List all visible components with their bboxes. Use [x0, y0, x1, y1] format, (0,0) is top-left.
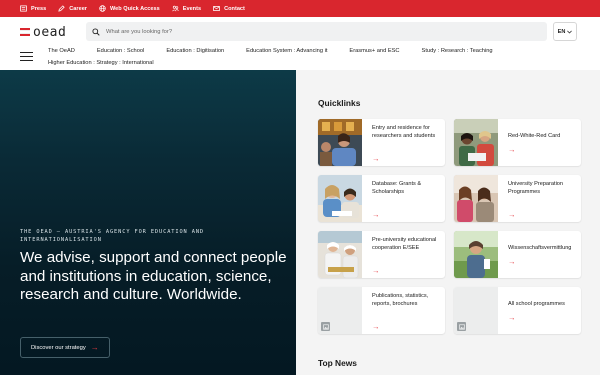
card-photo [318, 175, 362, 222]
card-body: University Preparation Programmes → [498, 175, 581, 222]
nav-item-erasmus[interactable]: Erasmus+ and ESC [349, 48, 399, 54]
quicklink-card[interactable]: Pre-university educational cooperation E… [318, 231, 445, 278]
card-photo [318, 119, 362, 166]
main-navigation: The OeAD Education : School Education : … [48, 45, 568, 69]
menu-icon[interactable] [20, 52, 33, 61]
topbar-link-events[interactable]: Events [171, 5, 202, 12]
topbar-link-contact[interactable]: Contact [213, 5, 245, 12]
arrow-right-icon: → [372, 265, 380, 275]
card-body: Publications, statistics, reports, broch… [362, 287, 445, 334]
nav-row: Higher Education : Strategy : Internatio… [48, 57, 568, 69]
card-body: Wissenschaftsvermittlung → [498, 231, 575, 278]
arrow-right-icon: → [508, 145, 516, 155]
topbar-link-press[interactable]: Press [20, 5, 46, 12]
globe-icon [99, 5, 106, 12]
topbar-label: Press [31, 5, 47, 12]
top-news-heading: Top News [318, 358, 357, 368]
image-icon [321, 322, 330, 331]
topbar-label: Events [182, 5, 202, 12]
site-header: oead EN The OeAD Education : School Educ… [0, 17, 600, 69]
arrow-right-icon: → [372, 321, 380, 331]
logo-wordmark: oead [33, 24, 67, 40]
card-label: Entry and residence for researchers and … [372, 125, 436, 139]
search-input[interactable] [106, 28, 526, 35]
topbar-link-career[interactable]: Career [58, 5, 87, 12]
arrow-right-icon: → [90, 342, 99, 352]
quicklink-card[interactable]: All school programmes → [454, 287, 581, 334]
card-image-placeholder [454, 287, 498, 334]
topbar-label: Web Quick Access [109, 5, 160, 12]
topbar-label: Career [69, 5, 87, 12]
card-label: University Preparation Programmes [508, 181, 564, 195]
card-body: Database: Grants & Scholarships → [362, 175, 445, 222]
card-photo [454, 119, 498, 166]
arrow-right-icon: → [508, 257, 516, 267]
arrow-right-icon: → [372, 153, 380, 163]
language-label: EN [557, 28, 566, 35]
arrow-right-icon: → [372, 209, 380, 219]
envelope-icon [213, 5, 220, 12]
card-label: Pre-university educational cooperation E… [372, 237, 437, 251]
austria-flag-icon [20, 27, 30, 37]
quicklinks-heading: Quicklinks [318, 98, 361, 108]
quicklink-card[interactable]: Red-White-Red Card → [454, 119, 581, 166]
quicklink-card[interactable]: University Preparation Programmes → [454, 175, 581, 222]
card-label: Red-White-Red Card [508, 133, 561, 140]
image-icon [457, 322, 466, 331]
nav-item-the-oead[interactable]: The OeAD [48, 48, 75, 54]
card-body: Pre-university educational cooperation E… [362, 231, 445, 278]
card-photo [454, 231, 498, 278]
nav-row: The OeAD Education : School Education : … [48, 45, 568, 57]
topbar-link-web-quick-access[interactable]: Web Quick Access [99, 5, 160, 12]
cta-label: Discover our strategy [31, 344, 86, 351]
quicklink-card[interactable]: Publications, statistics, reports, broch… [318, 287, 445, 334]
oead-logo[interactable]: oead [20, 24, 74, 40]
nav-item-education-system[interactable]: Education System : Advancing it [246, 48, 327, 54]
chevron-down-icon [567, 30, 573, 34]
pen-icon [58, 5, 65, 12]
hero-headline: We advise, support and connect people an… [20, 249, 287, 304]
nav-item-education-digitisation[interactable]: Education : Digitisation [166, 48, 224, 54]
quicklink-card[interactable]: Database: Grants & Scholarships → [318, 175, 445, 222]
quicklink-card[interactable]: Entry and residence for researchers and … [318, 119, 445, 166]
nav-item-study-research-teaching[interactable]: Study : Research : Teaching [422, 48, 493, 54]
card-body: All school programmes → [498, 287, 569, 334]
quicklink-card[interactable]: Wissenschaftsvermittlung → [454, 231, 581, 278]
card-label: Publications, statistics, reports, broch… [372, 293, 429, 307]
search-bar[interactable] [86, 22, 547, 41]
content-panel: Quicklinks Entry and residence for resea… [296, 70, 600, 375]
discover-strategy-button[interactable]: Discover our strategy → [20, 337, 110, 358]
arrow-right-icon: → [508, 313, 516, 323]
card-image-placeholder [318, 287, 362, 334]
card-photo [454, 175, 498, 222]
topbar-label: Contact [224, 5, 245, 12]
card-label: Database: Grants & Scholarships [372, 181, 422, 195]
nav-item-education-school[interactable]: Education : School [97, 48, 144, 54]
quicklinks-grid: Entry and residence for researchers and … [318, 119, 581, 334]
people-icon [171, 5, 179, 12]
newspaper-icon [20, 5, 27, 12]
arrow-right-icon: → [508, 209, 516, 219]
language-selector[interactable]: EN [553, 22, 577, 41]
card-body: Red-White-Red Card → [498, 119, 564, 166]
hero-kicker: The OeAD – Austria's agency for educatio… [20, 229, 205, 243]
card-photo [318, 231, 362, 278]
search-icon [92, 27, 100, 36]
top-utility-bar: Press Career Web Quick Access Events Con… [0, 0, 600, 17]
hero-section: The OeAD – Austria's agency for educatio… [0, 70, 296, 375]
card-label: Wissenschaftsvermittlung [508, 245, 572, 252]
card-body: Entry and residence for researchers and … [362, 119, 445, 166]
nav-item-higher-education[interactable]: Higher Education : Strategy : Internatio… [48, 60, 154, 66]
card-label: All school programmes [508, 301, 565, 308]
